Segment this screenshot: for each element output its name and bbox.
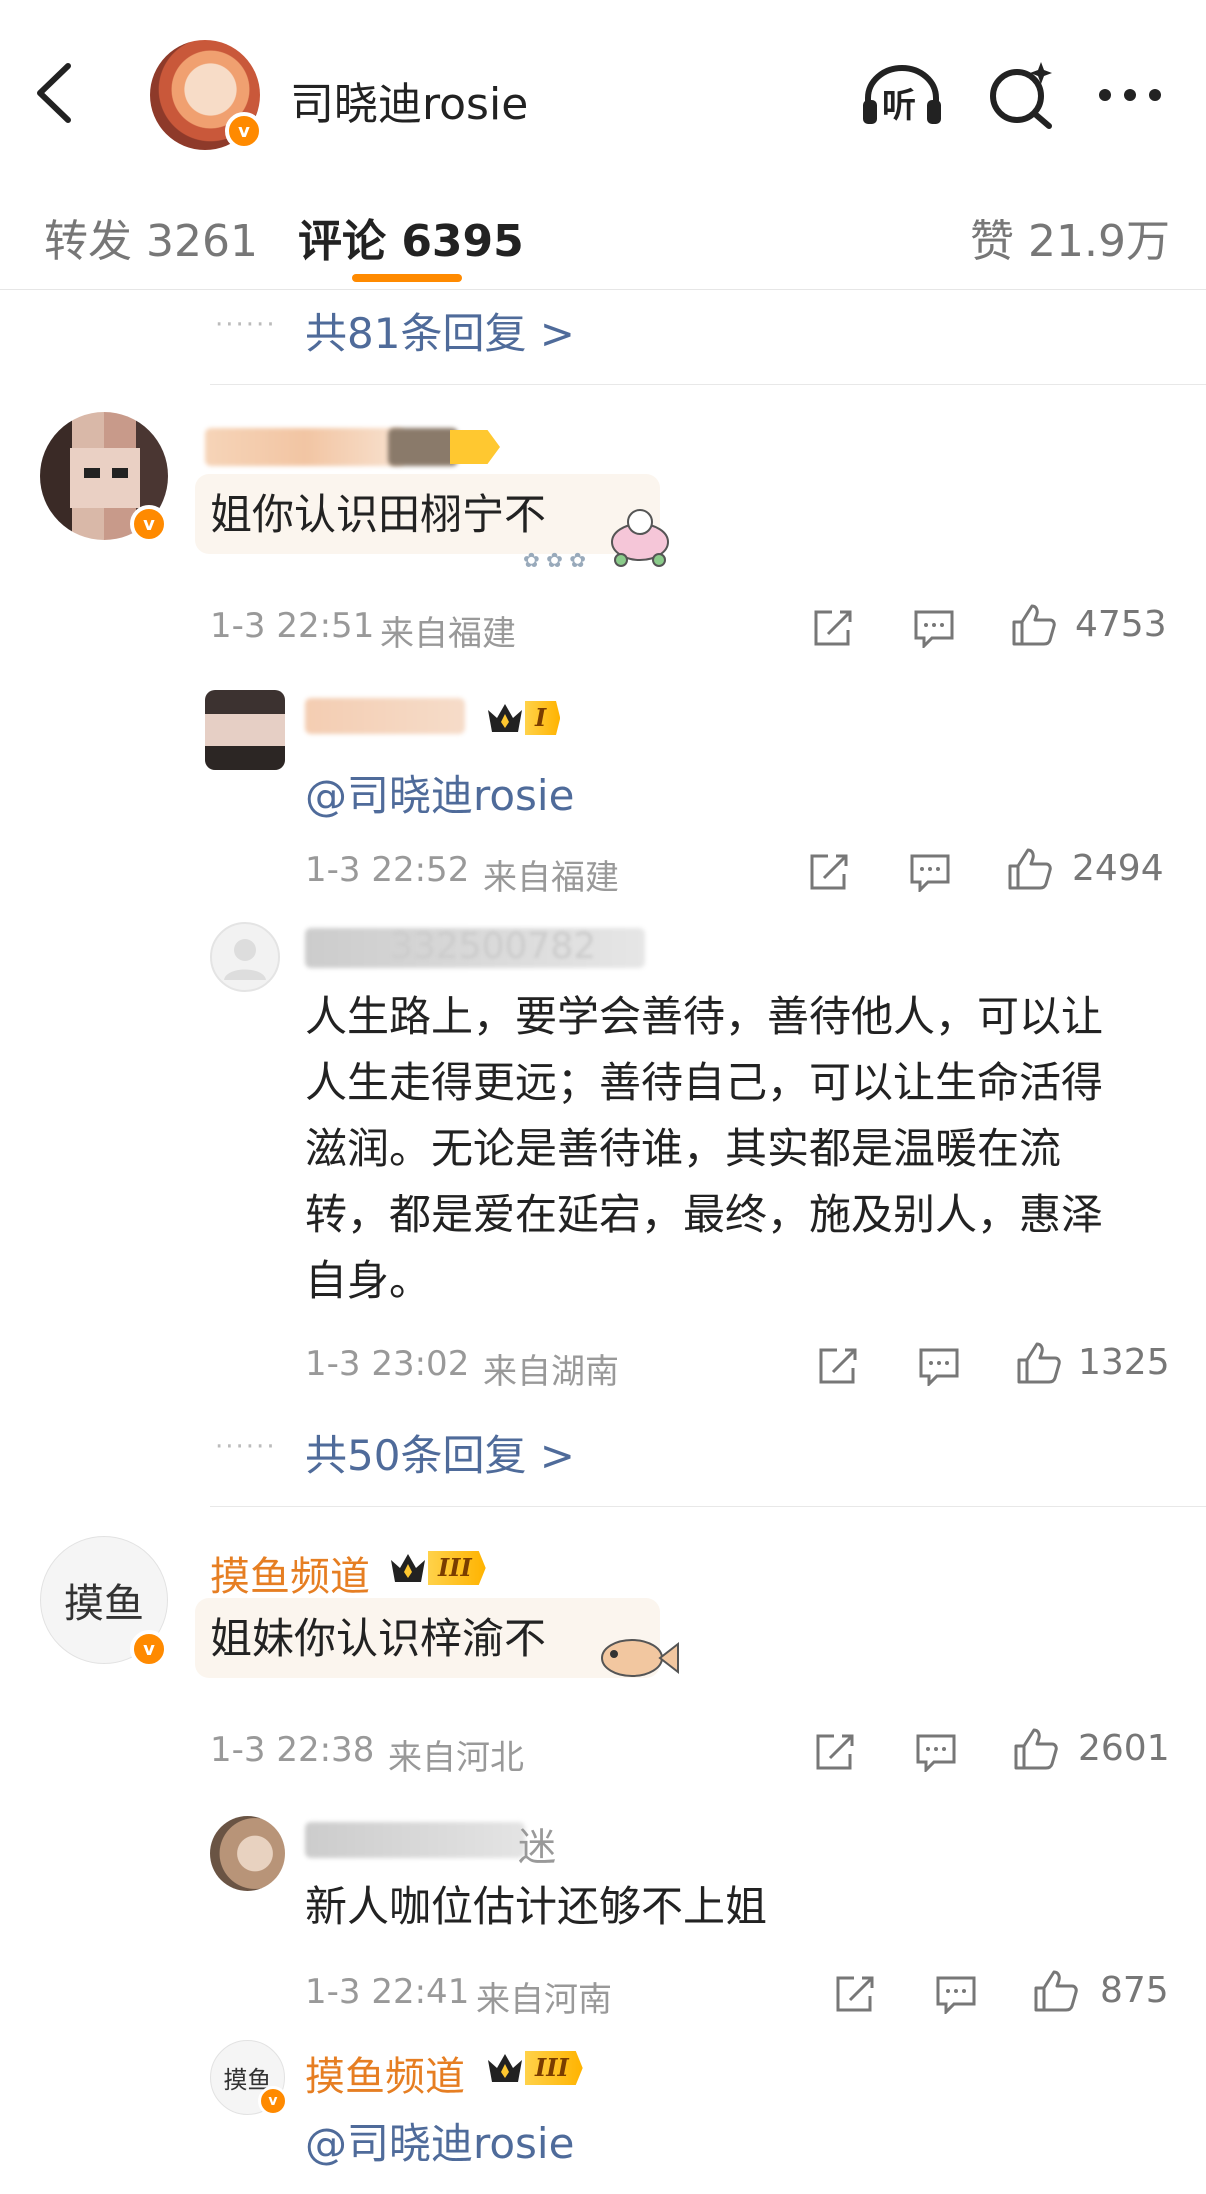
level-badge: I	[485, 698, 561, 738]
like-icon[interactable]	[1012, 1726, 1060, 1776]
verified-badge: v	[130, 1630, 168, 1668]
comment-icon[interactable]	[917, 1346, 961, 1390]
username-obscured[interactable]	[205, 428, 405, 466]
tab-bar: 转发 3261 评论 6395 赞 21.9万	[0, 160, 1206, 290]
fish-sticker-icon	[596, 1628, 680, 1688]
ai-search-icon[interactable]	[985, 58, 1057, 130]
like-count: 1325	[1078, 1342, 1170, 1383]
dots-divider: ······	[215, 1432, 277, 1462]
comment-text: 姐你认识田栩宁不	[210, 490, 547, 539]
verified-badge: v	[225, 112, 263, 150]
username-obscured	[388, 428, 458, 466]
reply-location: 来自河南	[476, 1980, 612, 2020]
tab-comments[interactable]: 评论 6395	[298, 205, 524, 269]
like-icon[interactable]	[1010, 602, 1058, 652]
tab-likes[interactable]: 赞 21.9万	[970, 205, 1170, 269]
level-badge: III	[485, 2048, 583, 2088]
page-title[interactable]: 司晓迪rosie	[290, 68, 528, 132]
level-text: I	[525, 701, 561, 735]
comment-location: 来自福建	[380, 614, 516, 654]
username-obscured[interactable]	[305, 1822, 525, 1858]
mention-link[interactable]: @司晓迪rosie	[305, 2110, 574, 2171]
top-bar: v 司晓迪rosie 听	[0, 0, 1206, 160]
reply-location: 来自福建	[483, 858, 619, 898]
like-count: 2494	[1072, 848, 1164, 889]
level-text: III	[428, 1551, 486, 1585]
like-icon[interactable]	[1006, 846, 1054, 896]
username[interactable]: 摸鱼频道	[210, 1544, 370, 1602]
comment-text: 姐妹你认识梓渝不	[210, 1614, 547, 1663]
active-tab-indicator	[352, 274, 462, 282]
avatar[interactable]	[210, 922, 280, 992]
comment-time: 1-3 22:38	[210, 1730, 375, 1770]
comment-icon[interactable]	[934, 1974, 978, 2018]
listen-label: 听	[882, 86, 916, 126]
username-partial: 迷	[518, 1825, 557, 1869]
like-count: 2601	[1078, 1728, 1170, 1769]
repost-icon[interactable]	[810, 608, 854, 652]
comment-location: 来自河北	[388, 1738, 524, 1778]
repost-icon[interactable]	[832, 1974, 876, 2018]
reply-time: 1-3 22:52	[305, 850, 470, 890]
divider	[210, 384, 1206, 385]
verified-badge: v	[258, 2086, 288, 2116]
comment-time: 1-3 22:51	[210, 606, 375, 646]
more-icon[interactable]	[1095, 85, 1165, 105]
comment-icon[interactable]	[912, 608, 956, 652]
reply-location: 来自湖南	[483, 1352, 619, 1392]
like-count: 4753	[1075, 604, 1167, 645]
like-count: 875	[1100, 1970, 1169, 2011]
divider	[210, 1506, 1206, 1507]
username-obscured[interactable]	[305, 698, 465, 734]
decor-sticker-icon	[605, 500, 675, 570]
reply-time: 1-3 23:02	[305, 1344, 470, 1384]
level-text: III	[525, 2051, 583, 2085]
repost-icon[interactable]	[815, 1346, 859, 1390]
listen-icon[interactable]: 听	[860, 60, 944, 130]
level-badge	[450, 430, 500, 464]
avatar[interactable]	[205, 690, 285, 770]
verified-badge: v	[130, 505, 168, 543]
mention-link[interactable]: @司晓迪rosie	[305, 762, 574, 823]
level-badge: III	[388, 1548, 486, 1588]
repost-icon[interactable]	[812, 1732, 856, 1776]
tab-reposts[interactable]: 转发 3261	[44, 205, 258, 269]
back-arrow-icon[interactable]	[30, 58, 80, 128]
like-icon[interactable]	[1032, 1968, 1080, 2018]
reply-text: 人生路上，要学会善待，善待他人，可以让 人生走得更远；善待自己，可以让生命活得 …	[305, 992, 1104, 1305]
username[interactable]: 摸鱼频道	[305, 2044, 465, 2102]
view-more-replies-link[interactable]: 共50条回复 >	[305, 1422, 575, 1483]
view-more-replies-link[interactable]: 共81条回复 >	[305, 300, 575, 361]
reply-time: 1-3 22:41	[305, 1972, 470, 2012]
comment-icon[interactable]	[914, 1732, 958, 1776]
star-decor-icon: ✿ ✿ ✿	[523, 548, 586, 572]
username-partial: 332500782	[390, 926, 597, 967]
avatar[interactable]	[210, 1816, 285, 1891]
like-icon[interactable]	[1015, 1340, 1063, 1390]
reply-text: 新人咖位估计还够不上姐	[305, 1882, 768, 1931]
comment-icon[interactable]	[908, 852, 952, 896]
repost-icon[interactable]	[806, 852, 850, 896]
dots-divider: ······	[215, 310, 277, 340]
